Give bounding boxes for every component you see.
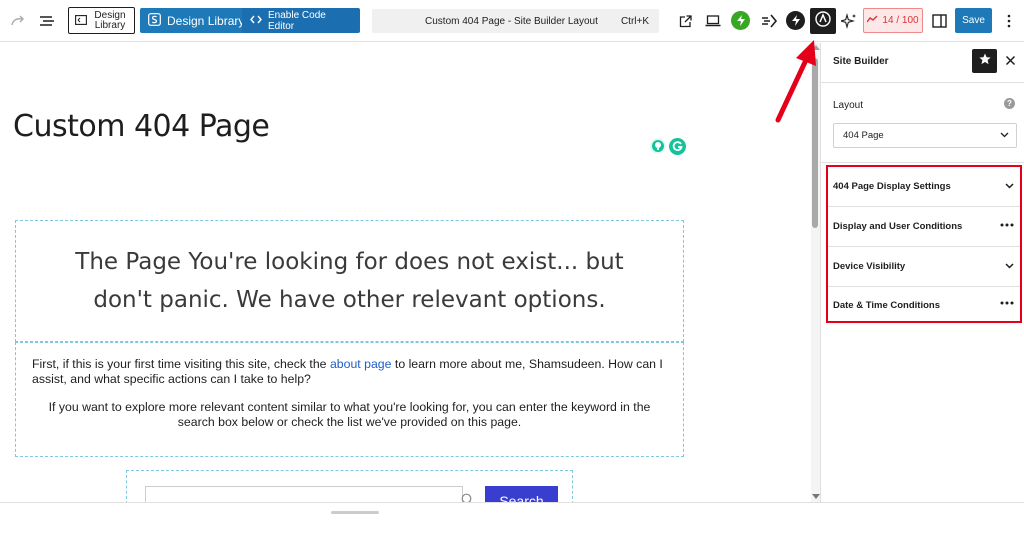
save-button[interactable]: Save <box>955 8 992 33</box>
more-options-icon[interactable] <box>999 11 1019 31</box>
chevron-down-icon <box>1000 130 1009 141</box>
chevron-down-icon <box>1005 261 1014 272</box>
ai-logo-icon <box>815 10 831 32</box>
annotation-arrow-icon <box>775 40 816 123</box>
ai-assistant-button[interactable] <box>810 8 836 34</box>
panel-date-time-conditions[interactable]: Date & Time Conditions <box>828 285 1020 325</box>
layout-select[interactable]: 404 Page <box>833 123 1017 148</box>
explore-paragraph[interactable]: If you want to explore more relevant con… <box>32 400 667 430</box>
panel-display-user-conditions[interactable]: Display and User Conditions <box>828 207 1020 247</box>
scroll-down-arrow[interactable] <box>812 494 820 499</box>
intro-text-start: First, if this is your first time visiti… <box>32 357 330 371</box>
design-library-button-label: Design Library <box>167 13 245 28</box>
grammarly-icon[interactable] <box>669 138 686 155</box>
stackable-logo-icon <box>148 12 161 29</box>
sparkle-icon[interactable] <box>839 11 859 31</box>
grammarly-widget[interactable] <box>650 138 686 155</box>
search-block[interactable]: Search <box>126 470 573 502</box>
document-title: Custom 404 Page - Site Builder Layout <box>425 15 598 27</box>
code-icon <box>250 15 262 27</box>
preview-device-icon[interactable] <box>703 11 723 31</box>
panel-device-visibility[interactable]: Device Visibility <box>828 247 1020 287</box>
jetpack-bolt-icon[interactable] <box>731 11 750 30</box>
layout-select-value: 404 Page <box>843 130 884 141</box>
panel-label: 404 Page Display Settings <box>833 181 951 192</box>
favorite-button[interactable] <box>972 49 997 73</box>
list-view-icon[interactable] <box>37 11 57 31</box>
paragraph-block[interactable]: First, if this is your first time visiti… <box>15 342 684 457</box>
heading-block[interactable]: The Page You're looking for does not exi… <box>15 220 684 342</box>
sidebar-divider <box>821 162 1024 163</box>
intro-paragraph[interactable]: First, if this is your first time visiti… <box>32 357 667 387</box>
sidebar-header: Site Builder <box>821 43 1024 83</box>
external-link-icon[interactable] <box>675 11 695 31</box>
resize-handle[interactable] <box>331 511 379 514</box>
settings-panels-highlight: 404 Page Display Settings Display and Us… <box>826 165 1022 323</box>
enable-code-editor-button[interactable]: Enable Code Editor <box>242 8 360 33</box>
trend-icon <box>866 15 878 26</box>
about-page-link[interactable]: about page <box>330 357 392 371</box>
panel-404-display-settings[interactable]: 404 Page Display Settings <box>828 167 1020 207</box>
lightbulb-icon[interactable] <box>650 138 666 154</box>
star-icon <box>978 52 991 70</box>
panel-label: Date & Time Conditions <box>833 299 940 311</box>
redo-icon[interactable] <box>8 11 28 31</box>
design-library-small-label: Design Library <box>94 9 126 31</box>
heading-text[interactable]: The Page You're looking for does not exi… <box>50 243 650 319</box>
help-icon[interactable]: ? <box>1004 98 1015 109</box>
settings-sidebar: Site Builder Layout ? 404 Page 404 Page … <box>820 43 1024 502</box>
usage-counter-text: 14 / 100 <box>882 15 919 26</box>
editor-canvas[interactable]: Custom 404 Page The Page You're looking … <box>0 43 811 502</box>
search-icon <box>461 493 474 502</box>
sidebar-toggle-icon[interactable] <box>929 11 949 31</box>
performance-icon[interactable] <box>759 11 779 31</box>
search-input[interactable] <box>145 486 463 502</box>
design-library-small-button[interactable]: Design Library <box>68 7 135 34</box>
more-dots-icon[interactable] <box>1000 219 1014 230</box>
usage-counter-badge[interactable]: 14 / 100 <box>863 8 923 33</box>
close-icon[interactable] <box>1005 53 1016 71</box>
command-palette-bar[interactable]: Custom 404 Page - Site Builder Layout Ct… <box>372 9 659 33</box>
search-button[interactable]: Search <box>485 486 558 502</box>
more-dots-icon[interactable] <box>1000 297 1014 308</box>
page-title[interactable]: Custom 404 Page <box>13 109 270 144</box>
library-icon <box>75 12 87 30</box>
panel-label: Device Visibility <box>833 261 906 272</box>
command-shortcut: Ctrl+K <box>620 15 649 27</box>
speed-bolt-icon[interactable] <box>786 11 805 30</box>
sidebar-title: Site Builder <box>833 56 889 67</box>
panel-label: Display and User Conditions <box>833 221 963 232</box>
design-library-button[interactable]: Design Library <box>140 8 253 33</box>
enable-code-editor-label: Enable Code Editor <box>268 9 326 32</box>
editor-toolbar: Design Library Design Library Enable Cod… <box>0 0 1024 42</box>
layout-label: Layout <box>833 100 864 111</box>
chevron-down-icon <box>1005 181 1014 192</box>
block-breadcrumb-bar <box>0 502 1024 539</box>
